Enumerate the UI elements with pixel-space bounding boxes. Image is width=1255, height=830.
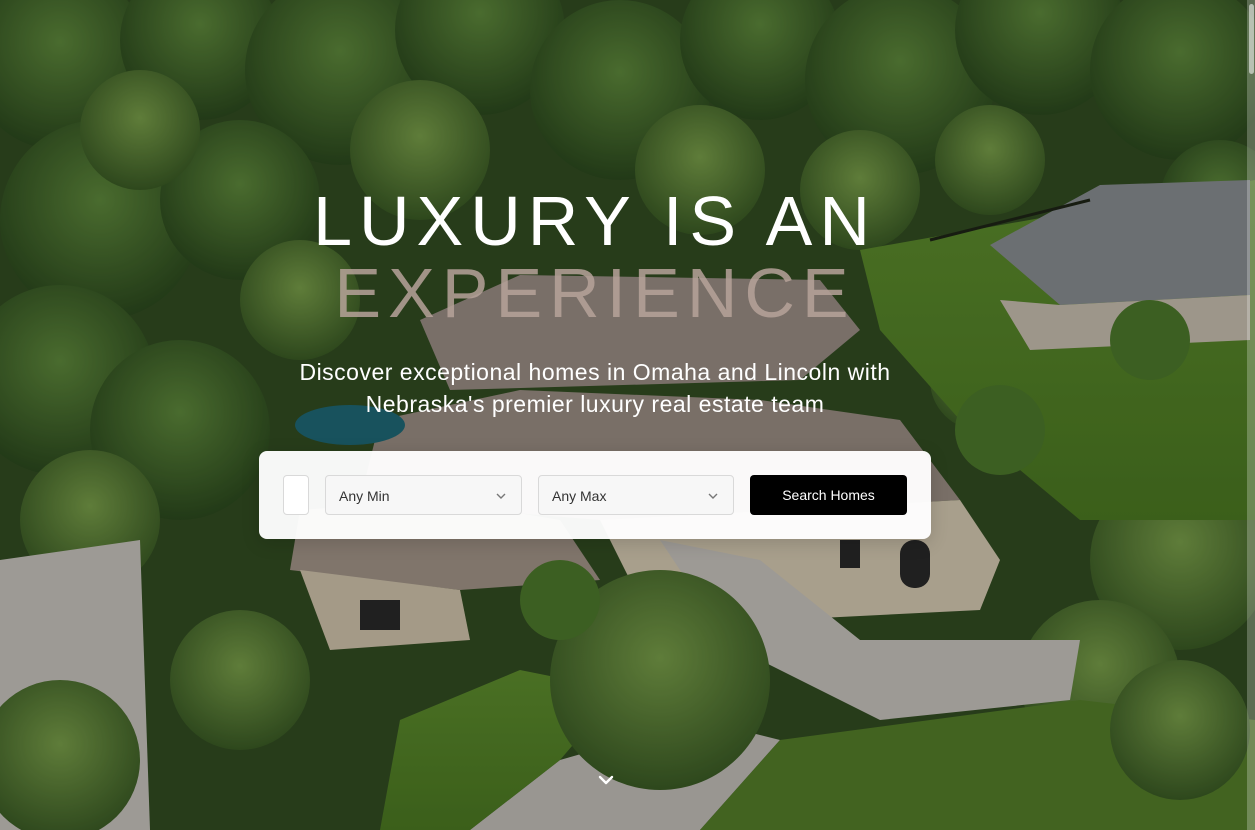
hero-headline-accent: EXPERIENCE [334, 254, 856, 332]
max-price-value: Any Max [552, 488, 607, 504]
home-search-panel: Any Min Any Max Search Homes [259, 451, 931, 539]
scrollbar-thumb[interactable] [1249, 4, 1254, 74]
chevron-down-icon [708, 493, 718, 499]
hero-subtitle-line1: Discover exceptional homes in Omaha and … [299, 359, 891, 385]
search-homes-button[interactable]: Search Homes [750, 475, 907, 515]
location-input[interactable] [283, 475, 309, 515]
hero-section: LUXURY IS AN EXPERIENCE Discover excepti… [0, 0, 1255, 830]
hero-headline-primary: LUXURY IS AN [313, 182, 877, 260]
min-price-select[interactable]: Any Min [325, 475, 522, 515]
hero-subtitle-line2: Nebraska's premier luxury real estate te… [365, 391, 825, 417]
chevron-down-icon [496, 493, 506, 499]
hero-subtitle: Discover exceptional homes in Omaha and … [0, 356, 1190, 420]
min-price-value: Any Min [339, 488, 390, 504]
max-price-select[interactable]: Any Max [538, 475, 734, 515]
page-scrollbar[interactable] [1247, 0, 1255, 830]
scroll-down-chevron-icon[interactable] [597, 771, 615, 789]
